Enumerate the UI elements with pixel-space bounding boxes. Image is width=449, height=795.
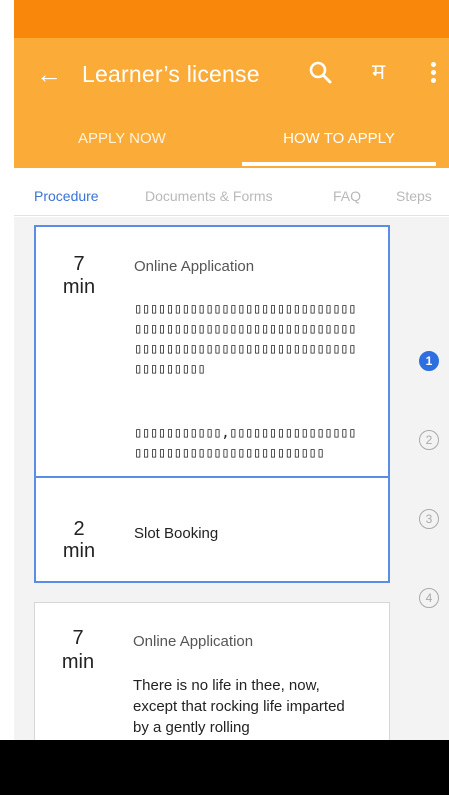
subtab-procedure[interactable]: Procedure [34, 188, 99, 204]
app-bar: ← Learner’s license म APPLY NOW HOW TO A… [14, 38, 449, 168]
step-description-secondary: ▯▯▯▯▯▯▯▯▯▯▯,▯▯▯▯▯▯▯▯▯▯▯▯▯▯▯▯▯▯▯▯▯▯▯▯▯▯▯▯… [134, 425, 356, 461]
stepper-step-1[interactable]: 1 [419, 351, 439, 371]
step-description: There is no life in thee, now, except th… [133, 677, 345, 736]
tab-apply-now[interactable]: APPLY NOW [42, 128, 242, 168]
more-vert-icon[interactable] [426, 62, 440, 88]
app-screen: ← Learner’s license म APPLY NOW HOW TO A… [14, 0, 449, 795]
stepper-step-3[interactable]: 3 [419, 509, 439, 529]
language-toggle-button[interactable]: म [372, 58, 385, 88]
step-card-online-application[interactable]: 7 min Online Application ▯▯▯▯▯▯▯▯▯▯▯▯▯▯▯… [36, 227, 388, 478]
duration-unit: min [61, 651, 95, 673]
duration-unit: min [62, 276, 96, 298]
selected-steps-group: 7 min Online Application ▯▯▯▯▯▯▯▯▯▯▯▯▯▯▯… [34, 225, 390, 583]
step-card-online-application-2[interactable]: 7 min Online Application There is no lif… [34, 602, 390, 762]
page-title: Learner’s license [82, 61, 260, 87]
duration-value: 7 [73, 253, 85, 275]
stepper-step-4[interactable]: 4 [419, 588, 439, 608]
status-bar [14, 0, 449, 38]
step-title: Online Application [133, 633, 254, 650]
duration-value: 7 [72, 627, 84, 649]
search-icon[interactable] [307, 58, 335, 88]
duration-value: 2 [73, 518, 85, 540]
step-title: Slot Booking [134, 525, 219, 542]
subtab-documents-forms[interactable]: Documents & Forms [145, 188, 273, 204]
subtab-steps[interactable]: Steps [396, 188, 432, 204]
stepper-step-2[interactable]: 2 [419, 430, 439, 450]
duration-unit: min [62, 540, 96, 562]
navigation-bar [0, 740, 449, 795]
subtab-bar: Procedure Documents & Forms FAQ Steps [14, 168, 449, 216]
step-description: ▯▯▯▯▯▯▯▯▯▯▯▯▯▯▯▯▯▯▯▯▯▯▯▯▯▯▯▯▯▯▯▯▯▯▯▯▯▯▯▯… [134, 301, 356, 377]
subtab-faq[interactable]: FAQ [333, 188, 361, 204]
step-title: Online Application [134, 258, 255, 275]
tab-active-indicator [242, 162, 436, 166]
back-arrow-icon[interactable]: ← [36, 60, 66, 88]
left-edge-strip [0, 0, 14, 795]
procedure-content: 7 min Online Application ▯▯▯▯▯▯▯▯▯▯▯▯▯▯▯… [14, 217, 449, 762]
step-card-slot-booking[interactable]: 2 min Slot Booking [36, 480, 388, 581]
